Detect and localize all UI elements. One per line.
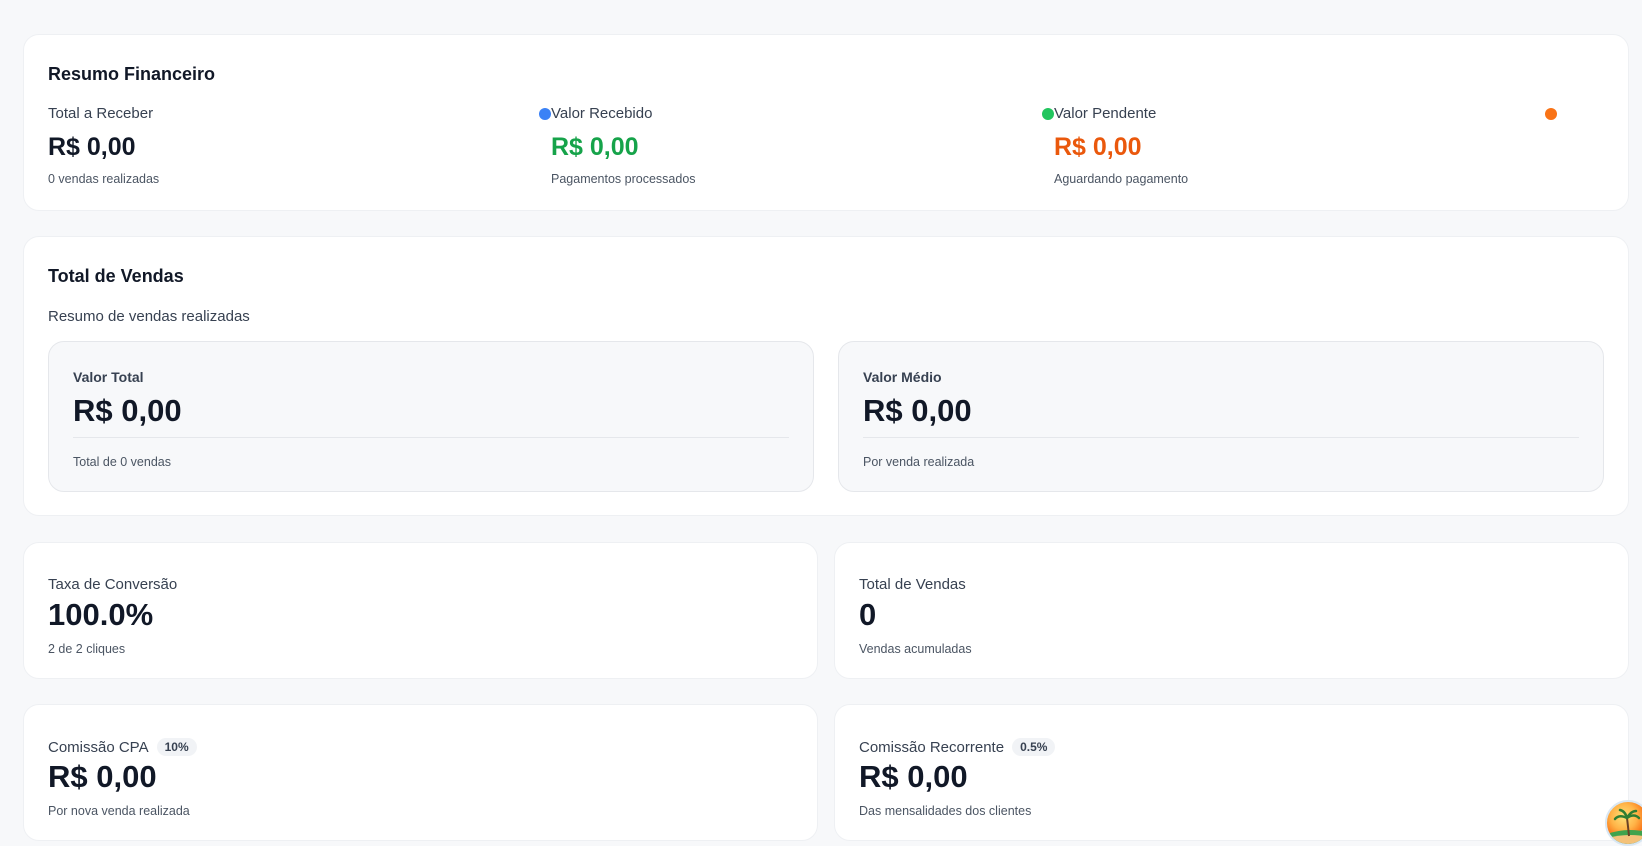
- average-value-box: Valor Médio R$ 0,00 Por venda realizada: [838, 341, 1604, 492]
- green-status-dot-icon: [1042, 108, 1054, 120]
- cpa-commission-value: R$ 0,00: [48, 759, 157, 794]
- sales-count-card: Total de Vendas 0 Vendas acumuladas: [834, 542, 1629, 679]
- total-value-sub: Total de 0 vendas: [73, 455, 171, 469]
- sales-total-description: Resumo de vendas realizadas: [48, 308, 250, 325]
- recurring-commission-label: Comissão Recorrente: [859, 738, 1005, 756]
- total-receivable: Total a Receber R$ 0,00 0 vendas realiza…: [48, 105, 551, 195]
- divider: [863, 437, 1579, 438]
- conversion-rate-label: Taxa de Conversão: [48, 576, 178, 593]
- sales-count-sub: Vendas acumuladas: [859, 642, 972, 656]
- amount-pending-value: R$ 0,00: [1054, 133, 1142, 161]
- amount-pending-label: Valor Pendente: [1054, 105, 1157, 122]
- recurring-commission-label-row: Comissão Recorrente 0.5%: [859, 738, 1056, 756]
- total-receivable-sub: 0 vendas realizadas: [48, 172, 160, 186]
- recurring-commission-sub: Das mensalidades dos clientes: [859, 804, 1032, 818]
- recurring-commission-badge: 0.5%: [1012, 738, 1056, 756]
- total-value-label: Valor Total: [73, 369, 144, 385]
- conversion-rate-card: Taxa de Conversão 100.0% 2 de 2 cliques: [23, 542, 818, 679]
- sales-count-value: 0: [859, 597, 877, 632]
- dashboard-page: Resumo Financeiro Total a Receber R$ 0,0…: [0, 0, 1642, 846]
- amount-pending-sub: Aguardando pagamento: [1054, 172, 1189, 186]
- amount-received: Valor Recebido R$ 0,00 Pagamentos proces…: [551, 105, 1054, 195]
- total-receivable-label: Total a Receber: [48, 105, 154, 122]
- blue-status-dot-icon: [539, 108, 551, 120]
- financial-summary-title: Resumo Financeiro: [48, 64, 216, 84]
- average-value-label: Valor Médio: [863, 369, 942, 385]
- total-value-amount: R$ 0,00: [73, 393, 182, 428]
- conversion-rate-sub: 2 de 2 cliques: [48, 642, 126, 656]
- amount-received-sub: Pagamentos processados: [551, 172, 696, 186]
- floating-avatar-button[interactable]: [1605, 800, 1642, 846]
- amount-received-label: Valor Recebido: [551, 105, 653, 122]
- recurring-commission-value: R$ 0,00: [859, 759, 968, 794]
- orange-status-dot-icon: [1545, 108, 1557, 120]
- sales-count-label: Total de Vendas: [859, 576, 966, 593]
- conversion-rate-value: 100.0%: [48, 597, 154, 632]
- average-value-sub: Por venda realizada: [863, 455, 975, 469]
- total-value-box: Valor Total R$ 0,00 Total de 0 vendas: [48, 341, 814, 492]
- recurring-commission-card: Comissão Recorrente 0.5% R$ 0,00 Das men…: [834, 704, 1629, 841]
- cpa-commission-card: Comissão CPA 10% R$ 0,00 Por nova venda …: [23, 704, 818, 841]
- cpa-commission-label-row: Comissão CPA 10%: [48, 738, 197, 756]
- cpa-commission-sub: Por nova venda realizada: [48, 804, 190, 818]
- cpa-commission-badge: 10%: [156, 738, 197, 756]
- beach-palm-icon: [1607, 808, 1642, 844]
- sales-total-card: Total de Vendas Resumo de vendas realiza…: [23, 236, 1629, 516]
- divider: [73, 437, 789, 438]
- sales-total-title: Total de Vendas: [48, 266, 184, 286]
- financial-summary-card: Resumo Financeiro Total a Receber R$ 0,0…: [23, 34, 1629, 211]
- cpa-commission-label: Comissão CPA: [48, 738, 149, 756]
- amount-pending: Valor Pendente R$ 0,00 Aguardando pagame…: [1054, 105, 1557, 195]
- amount-received-value: R$ 0,00: [551, 133, 639, 161]
- average-value-amount: R$ 0,00: [863, 393, 972, 428]
- total-receivable-value: R$ 0,00: [48, 133, 136, 161]
